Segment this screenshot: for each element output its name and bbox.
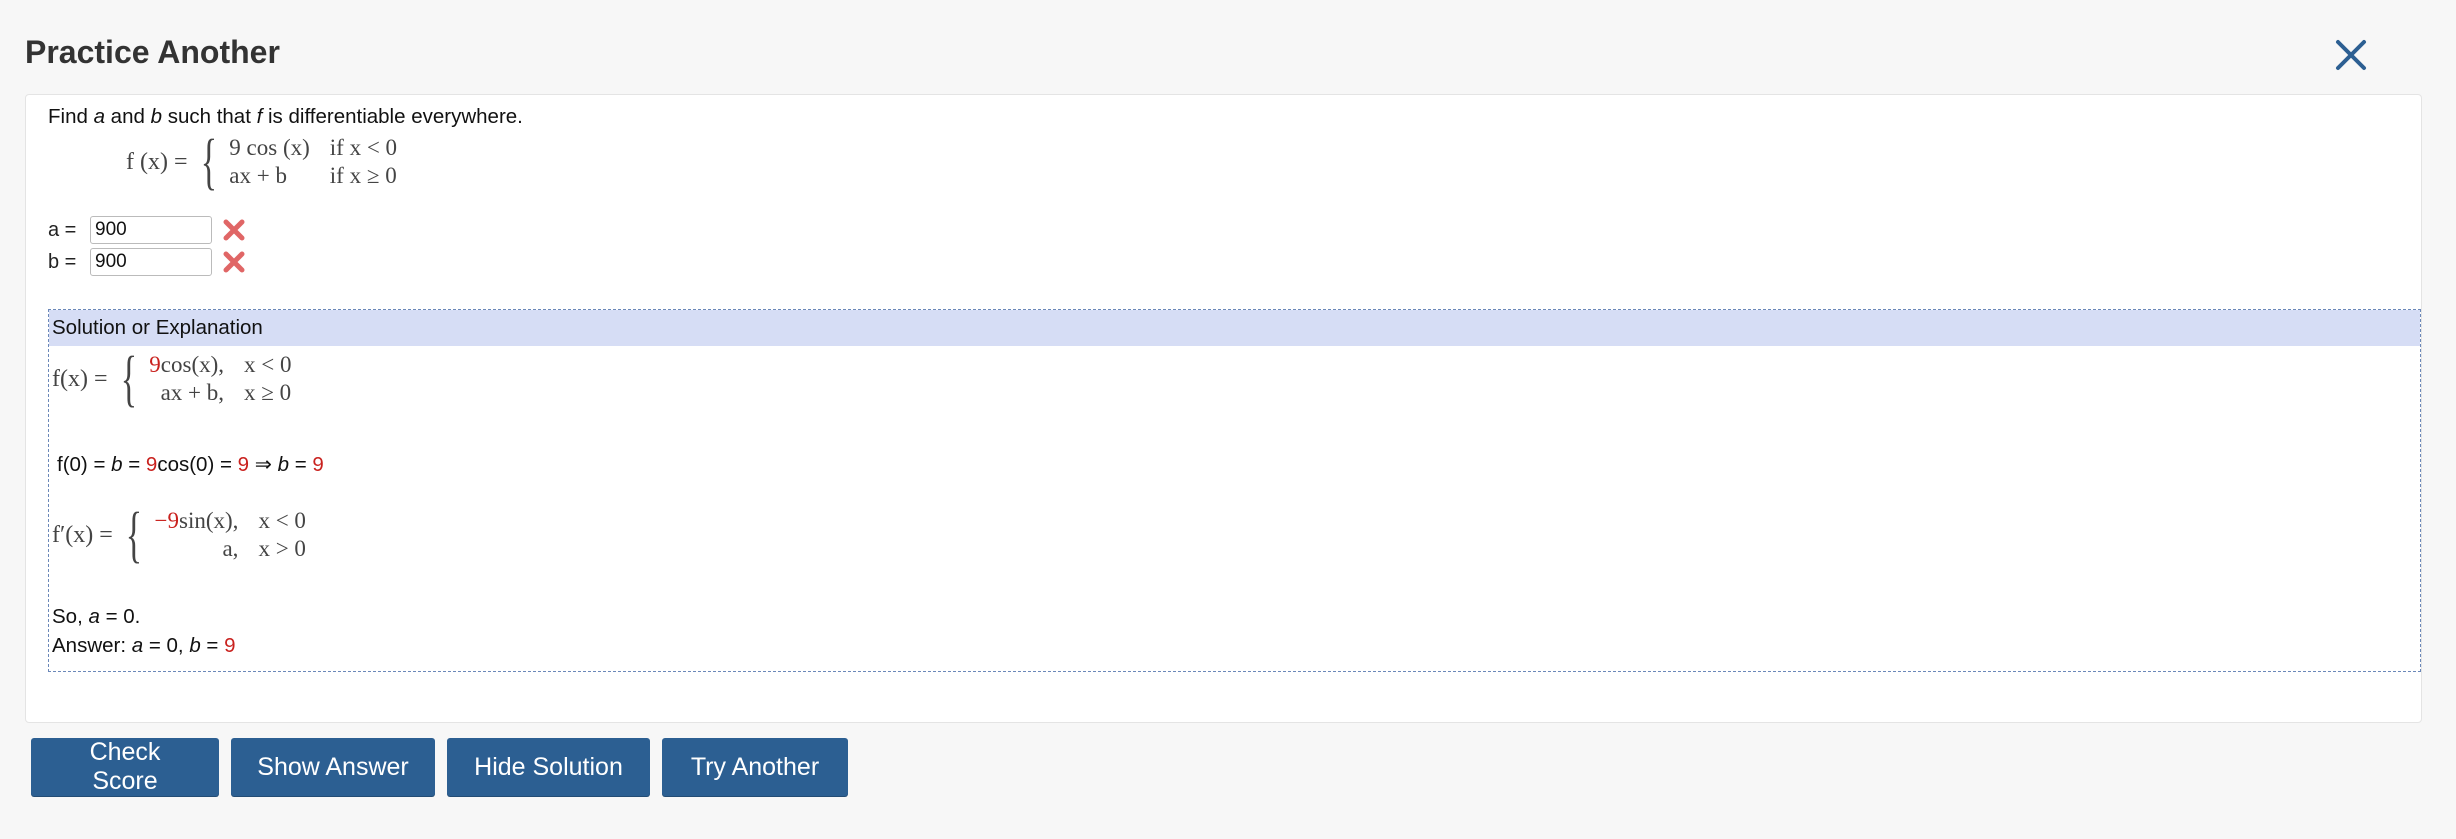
prompt-text: and (104, 105, 151, 128)
step-text: = (289, 453, 313, 476)
prompt-text: Find (48, 105, 94, 128)
step-text: f(0) = (57, 453, 112, 476)
answer-text: Answer: (52, 634, 132, 657)
f-lhs: f(x) = (52, 365, 108, 392)
fprime-expr: sin(x), (179, 508, 239, 533)
fprime-case-cond: x > 0 (258, 536, 306, 561)
f-case-cond: x < 0 (244, 352, 292, 377)
fprime-cases: −9sin(x), x < 0 a, x > 0 (155, 507, 306, 563)
f-cases: 9cos(x), x < 0 ax + b, x ≥ 0 (149, 351, 291, 407)
f-case-cond: x ≥ 0 (244, 380, 292, 405)
step-text: = (122, 453, 146, 476)
case-expr: ax + b (229, 163, 287, 188)
fprime-lhs: f′(x) = (52, 521, 113, 548)
solution-panel: Solution or Explanation f(x) = { 9cos(x)… (48, 309, 2421, 672)
case-cond: if x ≥ 0 (329, 163, 397, 188)
fprime-case-cond: x < 0 (258, 508, 306, 533)
function-definition: f (x) = { 9 cos (x) if x < 0 ax + b if x… (126, 131, 397, 193)
f-case-expr: 9cos(x), (149, 351, 224, 379)
prompt-text: such that (162, 105, 257, 128)
prompt-var-b: b (150, 105, 162, 128)
fprime-case-expr: −9sin(x), (155, 507, 239, 535)
solution-answer: Answer: a = 0, b = 9 (52, 634, 236, 658)
prompt-text: is differentiable everywhere. (262, 105, 523, 128)
step-text: cos(0) = (157, 453, 238, 476)
brace: { (125, 501, 142, 569)
step-var: b (111, 453, 123, 476)
answer-row-b: b = (48, 246, 246, 278)
f-expr: ax + b, (160, 380, 225, 405)
fprime-coef: −9 (154, 508, 180, 533)
answer-text: = (200, 634, 225, 657)
case-expr: 9 cos (x) (229, 135, 310, 160)
function-lhs: f (x) = (126, 148, 188, 175)
f-expr: cos(x), (160, 352, 225, 377)
x-mark-icon (223, 219, 245, 241)
show-answer-button[interactable]: Show Answer (231, 738, 435, 796)
brace: { (120, 345, 137, 413)
check-score-button[interactable]: Check Score (31, 738, 219, 796)
close-icon (2336, 40, 2366, 70)
conclusion-var: a (88, 605, 100, 628)
conclusion-text: So, (52, 605, 89, 628)
answer-input-a[interactable] (90, 216, 212, 244)
case-cond: if x < 0 (329, 135, 398, 160)
field-label-a: a = (48, 218, 77, 241)
answer-text: = 0, (143, 634, 190, 657)
answer-value: 9 (224, 634, 236, 657)
step-text: ⇒ (249, 453, 278, 476)
solution-step-continuity: f(0) = b = 9cos(0) = 9 ⇒ b = 9 (57, 452, 324, 477)
brace: { (200, 128, 217, 196)
fprime-case-expr: a, (155, 535, 239, 563)
x-mark-icon (223, 251, 245, 273)
solution-conclusion: So, a = 0. (52, 605, 140, 629)
solution-header: Solution or Explanation (49, 310, 2420, 346)
question-prompt: Find a and b such that f is differentiab… (48, 105, 523, 129)
fprime-expr: a, (222, 536, 239, 561)
answer-row-a: a = (48, 214, 246, 246)
answer-var: b (189, 634, 201, 657)
f-coef: 9 (149, 352, 161, 377)
step-value: 9 (237, 453, 250, 476)
conclusion-text: = 0. (99, 605, 141, 628)
piecewise-cases: 9 cos (x) if x < 0 ax + b if x ≥ 0 (229, 134, 397, 190)
step-value: 9 (145, 453, 158, 476)
solution-fprime-definition: f′(x) = { −9sin(x), x < 0 a, x > 0 (52, 504, 306, 566)
answer-var: a (131, 634, 144, 657)
step-var: b (277, 453, 290, 476)
solution-f-definition: f(x) = { 9cos(x), x < 0 ax + b, x ≥ 0 (52, 348, 292, 410)
close-button[interactable] (2330, 34, 2372, 76)
hide-solution-button[interactable]: Hide Solution (447, 738, 650, 796)
prompt-var-a: a (93, 105, 105, 128)
page-title: Practice Another (25, 34, 280, 70)
answer-input-b[interactable] (90, 248, 212, 276)
step-value: 9 (312, 453, 324, 476)
f-case-expr: ax + b, (149, 379, 224, 407)
try-another-button[interactable]: Try Another (662, 738, 848, 796)
question-panel: Find a and b such that f is differentiab… (25, 94, 2422, 723)
field-label-b: b = (48, 250, 77, 273)
